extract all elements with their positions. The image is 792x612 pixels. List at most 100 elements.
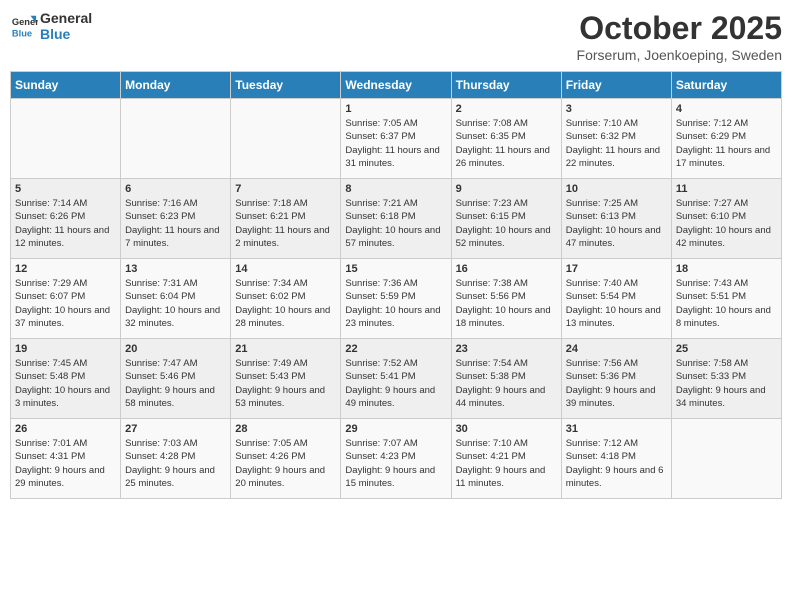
month-title: October 2025 (577, 10, 782, 47)
day-info: Sunrise: 7:16 AM Sunset: 6:23 PM Dayligh… (125, 197, 226, 250)
day-cell (121, 99, 231, 179)
day-cell: 18Sunrise: 7:43 AM Sunset: 5:51 PM Dayli… (671, 259, 781, 339)
day-cell (671, 419, 781, 499)
weekday-header-thursday: Thursday (451, 72, 561, 99)
day-info: Sunrise: 7:10 AM Sunset: 4:21 PM Dayligh… (456, 437, 557, 490)
day-cell: 9 Sunrise: 7:23 AM Sunset: 6:15 PM Daylig… (451, 179, 561, 259)
day-info: Sunrise: 7:05 AM Sunset: 4:26 PM Dayligh… (235, 437, 336, 490)
weekday-header-friday: Friday (561, 72, 671, 99)
day-info: Sunrise: 7:03 AM Sunset: 4:28 PM Dayligh… (125, 437, 226, 490)
week-row-2: 5Sunrise: 7:14 AM Sunset: 6:26 PM Daylig… (11, 179, 782, 259)
day-number: 19 (15, 343, 116, 355)
day-number: 14 (235, 263, 336, 275)
day-info: Sunrise: 7:36 AM Sunset: 5:59 PM Dayligh… (345, 277, 446, 330)
day-number: 26 (15, 423, 116, 435)
day-number: 3 (566, 103, 667, 115)
day-info: Sunrise: 7:27 AM Sunset: 6:10 PM Dayligh… (676, 197, 777, 250)
day-cell: 26Sunrise: 7:01 AM Sunset: 4:31 PM Dayli… (11, 419, 121, 499)
day-number: 23 (456, 343, 557, 355)
day-cell: 12Sunrise: 7:29 AM Sunset: 6:07 PM Dayli… (11, 259, 121, 339)
day-info: Sunrise: 7:10 AM Sunset: 6:32 PM Dayligh… (566, 117, 667, 170)
day-info: Sunrise: 7:21 AM Sunset: 6:18 PM Dayligh… (345, 197, 446, 250)
day-info: Sunrise: 7:45 AM Sunset: 5:48 PM Dayligh… (15, 357, 116, 410)
day-info: Sunrise: 7:52 AM Sunset: 5:41 PM Dayligh… (345, 357, 446, 410)
day-number: 29 (345, 423, 446, 435)
day-number: 20 (125, 343, 226, 355)
day-info: Sunrise: 7:38 AM Sunset: 5:56 PM Dayligh… (456, 277, 557, 330)
day-info: Sunrise: 7:05 AM Sunset: 6:37 PM Dayligh… (345, 117, 446, 170)
week-row-3: 12Sunrise: 7:29 AM Sunset: 6:07 PM Dayli… (11, 259, 782, 339)
day-info: Sunrise: 7:08 AM Sunset: 6:35 PM Dayligh… (456, 117, 557, 170)
logo-general: General (40, 10, 92, 26)
day-number: 11 (676, 183, 777, 195)
day-cell: 25Sunrise: 7:58 AM Sunset: 5:33 PM Dayli… (671, 339, 781, 419)
day-info: Sunrise: 7:34 AM Sunset: 6:02 PM Dayligh… (235, 277, 336, 330)
day-cell: 29 Sunrise: 7:07 AM Sunset: 4:23 PM Dayli… (341, 419, 451, 499)
weekday-header-saturday: Saturday (671, 72, 781, 99)
day-number: 9 (456, 183, 557, 195)
day-info: Sunrise: 7:23 AM Sunset: 6:15 PM Dayligh… (456, 197, 557, 250)
weekday-header: SundayMondayTuesdayWednesdayThursdayFrid… (11, 72, 782, 99)
day-cell: 24 Sunrise: 7:56 AM Sunset: 5:36 PM Dayli… (561, 339, 671, 419)
svg-text:Blue: Blue (12, 28, 32, 38)
day-cell: 8 Sunrise: 7:21 AM Sunset: 6:18 PM Daylig… (341, 179, 451, 259)
week-row-4: 19 Sunrise: 7:45 AM Sunset: 5:48 PM Dayli… (11, 339, 782, 419)
day-cell: 23 Sunrise: 7:54 AM Sunset: 5:38 PM Dayli… (451, 339, 561, 419)
weekday-header-wednesday: Wednesday (341, 72, 451, 99)
week-row-1: 1 Sunrise: 7:05 AM Sunset: 6:37 PM Daylig… (11, 99, 782, 179)
day-info: Sunrise: 7:07 AM Sunset: 4:23 PM Dayligh… (345, 437, 446, 490)
title-block: October 2025 Forserum, Joenkoeping, Swed… (577, 10, 782, 63)
day-info: Sunrise: 7:56 AM Sunset: 5:36 PM Dayligh… (566, 357, 667, 410)
day-number: 1 (345, 103, 446, 115)
day-number: 28 (235, 423, 336, 435)
logo-blue: Blue (40, 26, 92, 42)
day-number: 30 (456, 423, 557, 435)
logo: General Blue General Blue (10, 10, 92, 42)
day-cell (11, 99, 121, 179)
day-number: 21 (235, 343, 336, 355)
week-row-5: 26Sunrise: 7:01 AM Sunset: 4:31 PM Dayli… (11, 419, 782, 499)
day-cell: 13 Sunrise: 7:31 AM Sunset: 6:04 PM Dayli… (121, 259, 231, 339)
day-cell: 30 Sunrise: 7:10 AM Sunset: 4:21 PM Dayli… (451, 419, 561, 499)
day-cell: 17Sunrise: 7:40 AM Sunset: 5:54 PM Dayli… (561, 259, 671, 339)
day-number: 22 (345, 343, 446, 355)
day-number: 31 (566, 423, 667, 435)
day-cell: 27 Sunrise: 7:03 AM Sunset: 4:28 PM Dayli… (121, 419, 231, 499)
day-number: 2 (456, 103, 557, 115)
day-cell (231, 99, 341, 179)
day-info: Sunrise: 7:18 AM Sunset: 6:21 PM Dayligh… (235, 197, 336, 250)
weekday-header-tuesday: Tuesday (231, 72, 341, 99)
day-cell: 20Sunrise: 7:47 AM Sunset: 5:46 PM Dayli… (121, 339, 231, 419)
day-cell: 11 Sunrise: 7:27 AM Sunset: 6:10 PM Dayli… (671, 179, 781, 259)
day-cell: 10 Sunrise: 7:25 AM Sunset: 6:13 PM Dayli… (561, 179, 671, 259)
day-info: Sunrise: 7:43 AM Sunset: 5:51 PM Dayligh… (676, 277, 777, 330)
day-info: Sunrise: 7:14 AM Sunset: 6:26 PM Dayligh… (15, 197, 116, 250)
day-cell: 6 Sunrise: 7:16 AM Sunset: 6:23 PM Daylig… (121, 179, 231, 259)
day-cell: 1 Sunrise: 7:05 AM Sunset: 6:37 PM Daylig… (341, 99, 451, 179)
day-info: Sunrise: 7:54 AM Sunset: 5:38 PM Dayligh… (456, 357, 557, 410)
day-number: 24 (566, 343, 667, 355)
day-number: 6 (125, 183, 226, 195)
day-number: 8 (345, 183, 446, 195)
day-info: Sunrise: 7:49 AM Sunset: 5:43 PM Dayligh… (235, 357, 336, 410)
day-number: 27 (125, 423, 226, 435)
day-cell: 5Sunrise: 7:14 AM Sunset: 6:26 PM Daylig… (11, 179, 121, 259)
day-cell: 14 Sunrise: 7:34 AM Sunset: 6:02 PM Dayli… (231, 259, 341, 339)
day-number: 15 (345, 263, 446, 275)
day-cell: 15 Sunrise: 7:36 AM Sunset: 5:59 PM Dayli… (341, 259, 451, 339)
weekday-header-sunday: Sunday (11, 72, 121, 99)
day-info: Sunrise: 7:25 AM Sunset: 6:13 PM Dayligh… (566, 197, 667, 250)
day-info: Sunrise: 7:12 AM Sunset: 6:29 PM Dayligh… (676, 117, 777, 170)
calendar-table: SundayMondayTuesdayWednesdayThursdayFrid… (10, 71, 782, 499)
day-cell: 19 Sunrise: 7:45 AM Sunset: 5:48 PM Dayli… (11, 339, 121, 419)
day-cell: 2 Sunrise: 7:08 AM Sunset: 6:35 PM Daylig… (451, 99, 561, 179)
day-cell: 16Sunrise: 7:38 AM Sunset: 5:56 PM Dayli… (451, 259, 561, 339)
day-info: Sunrise: 7:31 AM Sunset: 6:04 PM Dayligh… (125, 277, 226, 330)
day-info: Sunrise: 7:40 AM Sunset: 5:54 PM Dayligh… (566, 277, 667, 330)
day-number: 13 (125, 263, 226, 275)
day-number: 10 (566, 183, 667, 195)
day-cell: 31Sunrise: 7:12 AM Sunset: 4:18 PM Dayli… (561, 419, 671, 499)
day-cell: 22 Sunrise: 7:52 AM Sunset: 5:41 PM Dayli… (341, 339, 451, 419)
day-cell: 4 Sunrise: 7:12 AM Sunset: 6:29 PM Daylig… (671, 99, 781, 179)
day-number: 4 (676, 103, 777, 115)
